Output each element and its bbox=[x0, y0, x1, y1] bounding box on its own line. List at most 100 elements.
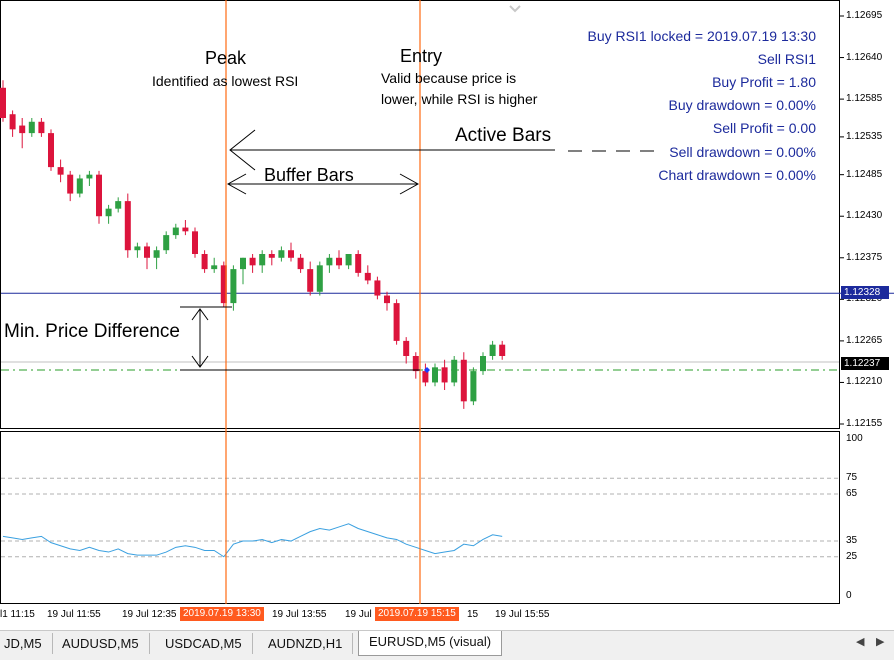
candle-body bbox=[297, 257, 304, 270]
candle-body bbox=[19, 125, 26, 134]
scroll-caret-icon bbox=[509, 5, 521, 13]
candle bbox=[124, 193, 131, 258]
candle-body bbox=[86, 174, 93, 179]
price-tick-label: 1.12535 bbox=[846, 130, 883, 142]
candle-body bbox=[259, 254, 266, 266]
price-tick-label: 1.12210 bbox=[846, 376, 883, 388]
time-label: l1 11:15 bbox=[0, 609, 35, 620]
peak-title: Peak bbox=[205, 48, 247, 68]
time-highlight-peak: 2019.07.19 13:30 bbox=[180, 607, 264, 621]
candle-body bbox=[345, 254, 352, 266]
candle bbox=[19, 118, 26, 149]
candle-body bbox=[364, 272, 371, 281]
candle-body bbox=[115, 201, 122, 209]
candle bbox=[441, 359, 448, 390]
candle bbox=[28, 118, 35, 137]
candle bbox=[240, 257, 246, 285]
info-sell-rsi: Sell RSI1 bbox=[757, 51, 816, 67]
candle-body bbox=[499, 344, 506, 356]
candle bbox=[307, 261, 314, 296]
tab-jd-m5[interactable]: JD,M5 bbox=[0, 633, 53, 654]
tab-usdcad-m5[interactable]: USDCAD,M5 bbox=[155, 633, 253, 654]
candle bbox=[345, 254, 352, 270]
info-buy-profit: Buy Profit = 1.80 bbox=[712, 74, 816, 90]
time-label: 19 Jul 13:55 bbox=[272, 609, 327, 620]
tab-audnzd-h1[interactable]: AUDNZD,H1 bbox=[258, 633, 354, 654]
candle bbox=[192, 227, 198, 258]
candle bbox=[163, 231, 170, 254]
candle-body bbox=[105, 208, 112, 217]
tab-eurusd-m5-visual[interactable]: EURUSD,M5 (visual) bbox=[358, 631, 503, 656]
price-tick-label: 1.12265 bbox=[846, 334, 883, 346]
price-tick-label: 1.12485 bbox=[846, 168, 883, 180]
candle-body bbox=[393, 303, 400, 341]
candle bbox=[115, 197, 122, 213]
time-label: 19 Jul 12:35 bbox=[122, 609, 177, 620]
candle bbox=[288, 242, 294, 262]
candle bbox=[316, 261, 323, 296]
candle bbox=[412, 352, 419, 379]
chart-tab-bar: JD,M5 AUDUSD,M5 USDCAD,M5 AUDNZD,H1 EURU… bbox=[0, 630, 894, 660]
candle-body bbox=[403, 340, 410, 356]
candle-body bbox=[441, 367, 448, 383]
candle-body bbox=[480, 356, 486, 372]
candle-body bbox=[67, 174, 74, 194]
rsi-tick-label: 35 bbox=[846, 535, 858, 547]
entry-subtitle-1: Valid because price is bbox=[381, 70, 517, 86]
candle bbox=[374, 276, 381, 300]
candle-body bbox=[192, 231, 198, 254]
rsi-tick-label: 100 bbox=[846, 433, 863, 444]
candle-body bbox=[278, 250, 285, 258]
candle bbox=[480, 352, 486, 375]
candle-body bbox=[240, 257, 246, 270]
candle-body bbox=[28, 121, 35, 134]
candle-body bbox=[144, 246, 150, 258]
candle bbox=[355, 250, 362, 277]
candle bbox=[470, 367, 477, 406]
candle bbox=[403, 337, 410, 364]
level-price-badge: 1.12328 bbox=[841, 286, 889, 299]
tab-scroll-right-icon[interactable]: ▶ bbox=[876, 635, 884, 648]
candle bbox=[172, 223, 179, 239]
active-bars-label: Active Bars bbox=[455, 125, 552, 146]
price-tick-label: 1.12375 bbox=[846, 251, 883, 263]
candle bbox=[134, 242, 141, 258]
candle-body bbox=[489, 344, 496, 356]
candle-body bbox=[57, 167, 64, 175]
candle-body bbox=[201, 254, 208, 270]
candle-body bbox=[249, 257, 256, 266]
candle bbox=[297, 254, 304, 273]
candle-body bbox=[230, 269, 237, 304]
candle-body bbox=[268, 254, 275, 258]
candle bbox=[86, 170, 93, 186]
candle bbox=[38, 118, 45, 137]
min-price-difference-label: Min. Price Difference bbox=[4, 321, 180, 342]
candle-body bbox=[134, 246, 141, 251]
candle-body bbox=[412, 356, 419, 372]
candle-body bbox=[288, 250, 294, 258]
candle-body bbox=[9, 114, 16, 130]
candle bbox=[57, 159, 64, 183]
candle-body bbox=[307, 269, 314, 292]
candle bbox=[432, 363, 438, 387]
rsi-tick-label: 25 bbox=[846, 550, 858, 562]
candle-body bbox=[470, 371, 477, 402]
price-tick-label: 1.12585 bbox=[846, 93, 883, 105]
rsi-tick-label: 0 bbox=[846, 590, 852, 601]
candle-body bbox=[172, 227, 179, 236]
candle bbox=[499, 340, 506, 360]
price-tick-label: 1.12695 bbox=[846, 10, 883, 21]
candle bbox=[451, 356, 458, 387]
tab-audusd-m5[interactable]: AUDUSD,M5 bbox=[52, 633, 150, 654]
bid-price-badge: 1.12237 bbox=[841, 357, 889, 370]
info-buy-drawdown: Buy drawdown = 0.00% bbox=[668, 97, 816, 113]
candle bbox=[384, 291, 390, 311]
info-buy-rsi-locked: Buy RSI1 locked = 2019.07.19 13:30 bbox=[587, 28, 816, 44]
tab-scroll-left-icon[interactable]: ◀ bbox=[856, 635, 864, 648]
time-label: 15 bbox=[467, 609, 479, 620]
candle-body bbox=[96, 174, 102, 217]
candle bbox=[336, 250, 342, 270]
candle-body bbox=[0, 87, 6, 118]
candle bbox=[364, 265, 371, 285]
rsi-tick-label: 75 bbox=[846, 472, 858, 484]
